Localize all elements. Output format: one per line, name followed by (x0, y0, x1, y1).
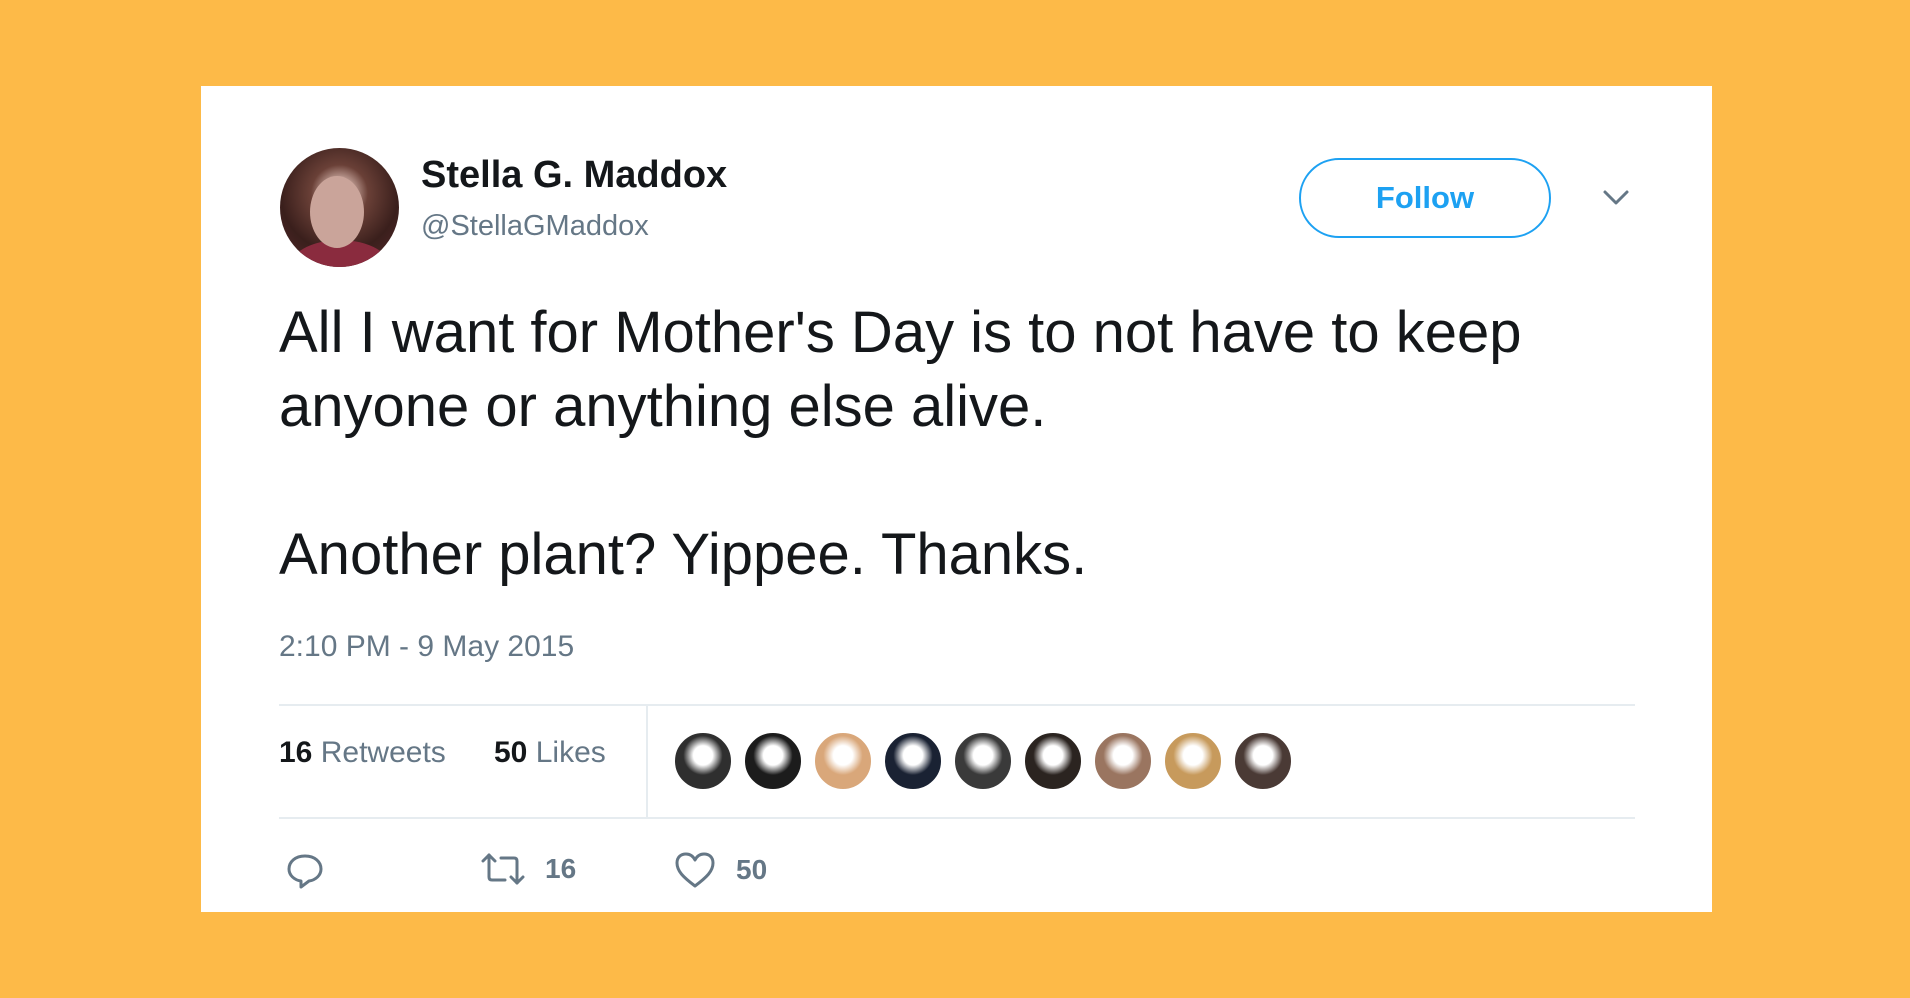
tweet-timestamp[interactable]: 2:10 PM - 9 May 2015 (279, 630, 574, 664)
liker-avatar[interactable] (953, 731, 1013, 791)
liker-avatar[interactable] (1023, 731, 1083, 791)
heart-icon (675, 852, 715, 888)
liker-avatar[interactable] (1163, 731, 1223, 791)
like-count: 50 (736, 854, 768, 885)
liker-avatar[interactable] (883, 731, 943, 791)
liker-avatars (673, 731, 1303, 791)
retweets-stat[interactable]: 16 Retweets (279, 736, 446, 770)
liker-avatar[interactable] (743, 731, 803, 791)
stats-separator (646, 704, 648, 818)
retweet-icon (481, 853, 525, 885)
likes-count: 50 (494, 736, 528, 769)
like-button[interactable]: 50 (674, 851, 767, 889)
divider-top (279, 704, 1635, 706)
likes-stat[interactable]: 50 Likes (494, 736, 606, 770)
tweet-text-paragraph-2: Another plant? Yippee. Thanks. (279, 522, 1088, 587)
retweet-count: 16 (545, 853, 577, 884)
liker-avatar[interactable] (1233, 731, 1293, 791)
likes-label: Likes (535, 736, 606, 769)
reply-button[interactable] (285, 851, 325, 891)
retweets-count: 16 (279, 736, 313, 769)
reply-icon (287, 854, 323, 889)
retweets-label: Retweets (320, 736, 446, 769)
author-name[interactable]: Stella G. Maddox (421, 154, 727, 197)
avatar-face (310, 176, 364, 248)
tweet-text: All I want for Mother's Day is to not ha… (279, 296, 1659, 592)
liker-avatar[interactable] (1093, 731, 1153, 791)
chevron-down-icon[interactable] (1602, 186, 1630, 208)
avatar[interactable] (280, 148, 399, 267)
tweet-card: Stella G. Maddox @StellaGMaddox Follow A… (201, 86, 1712, 912)
retweet-button[interactable]: 16 (481, 851, 576, 887)
tweet-text-paragraph-1: All I want for Mother's Day is to not ha… (279, 300, 1522, 439)
liker-avatar[interactable] (673, 731, 733, 791)
author-handle[interactable]: @StellaGMaddox (421, 210, 649, 243)
follow-button[interactable]: Follow (1299, 158, 1551, 238)
divider-bottom (279, 817, 1635, 819)
liker-avatar[interactable] (813, 731, 873, 791)
